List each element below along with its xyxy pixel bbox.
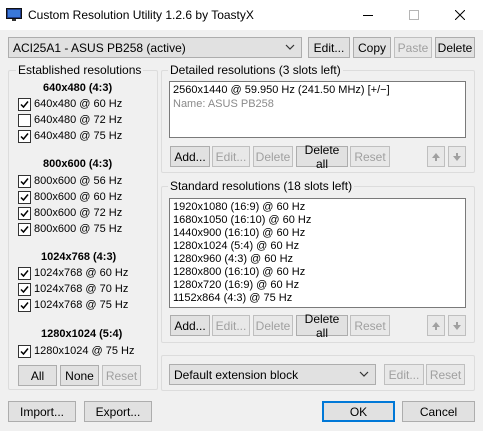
cru-window: Custom Resolution Utility 1.2.6 by Toast… — [0, 0, 483, 431]
edit-monitor-button[interactable]: Edit... — [308, 37, 350, 58]
detailed-move-up-button[interactable] — [427, 146, 445, 167]
detailed-reset-button[interactable]: Reset — [350, 146, 390, 167]
checkbox-label: 800x600 @ 56 Hz — [34, 175, 123, 187]
arrow-down-icon — [453, 321, 461, 330]
chevron-down-icon — [285, 44, 295, 50]
standard-delete-button[interactable]: Delete — [253, 315, 293, 336]
checkbox-icon — [18, 190, 31, 204]
detailed-name-line: Name: ASUS PB258 — [173, 98, 274, 110]
select-none-button[interactable]: None — [60, 365, 99, 386]
checkbox-icon — [18, 344, 31, 358]
detailed-delete-all-button[interactable]: Delete all — [296, 143, 348, 171]
detailed-edit-button[interactable]: Edit... — [212, 146, 250, 167]
res-checkbox-800x600-60[interactable]: 800x600 @ 60 Hz — [18, 189, 122, 205]
res-checkbox-1280x1024-75[interactable]: 1280x1024 @ 75 Hz — [18, 343, 134, 359]
list-item[interactable]: 1280x1024 (5:4) @ 60 Hz — [173, 240, 299, 252]
checkbox-icon — [18, 222, 31, 236]
established-reset-button[interactable]: Reset — [102, 365, 141, 386]
close-icon — [455, 10, 465, 20]
minimize-icon — [363, 15, 373, 16]
standard-add-button[interactable]: Add... — [170, 315, 210, 336]
export-button[interactable]: Export... — [84, 401, 152, 422]
res-group-header: 800x600 (4:3) — [43, 158, 113, 170]
standard-resolutions-title: Standard resolutions (18 slots left) — [168, 179, 355, 193]
checkbox-label: 800x600 @ 75 Hz — [34, 223, 123, 235]
checkbox-label: 1280x1024 @ 75 Hz — [34, 345, 135, 357]
extension-select-value: Default extension block — [174, 367, 299, 382]
res-checkbox-800x600-72[interactable]: 800x600 @ 72 Hz — [18, 205, 122, 221]
select-all-button[interactable]: All — [18, 365, 57, 386]
standard-delete-all-button[interactable]: Delete all — [296, 312, 348, 340]
import-button[interactable]: Import... — [8, 401, 76, 422]
checkbox-icon — [18, 266, 31, 280]
res-checkbox-640x480-72[interactable]: 640x480 @ 72 Hz — [18, 112, 122, 128]
paste-button[interactable]: Paste — [394, 37, 432, 58]
standard-resolutions-list[interactable]: 1920x1080 (16:9) @ 60 Hz 1680x1050 (16:1… — [169, 198, 466, 308]
established-resolutions-title: Established resolutions — [16, 63, 144, 77]
res-checkbox-800x600-56[interactable]: 800x600 @ 56 Hz — [18, 173, 122, 189]
monitor-select[interactable]: ACI25A1 - ASUS PB258 (active) — [8, 37, 302, 58]
maximize-button[interactable] — [391, 0, 437, 30]
checkbox-label: 640x480 @ 75 Hz — [34, 130, 123, 142]
list-item[interactable]: 1280x800 (16:10) @ 60 Hz — [173, 266, 305, 278]
close-button[interactable] — [437, 0, 483, 30]
checkbox-icon — [18, 298, 31, 312]
res-group-header: 1280x1024 (5:4) — [41, 328, 123, 340]
standard-edit-button[interactable]: Edit... — [212, 315, 250, 336]
standard-move-up-button[interactable] — [427, 315, 445, 336]
checkbox-icon — [18, 206, 31, 220]
checkbox-label: 800x600 @ 60 Hz — [34, 191, 123, 203]
checkbox-label: 640x480 @ 72 Hz — [34, 114, 123, 126]
list-item[interactable]: 1680x1050 (16:10) @ 60 Hz — [173, 214, 311, 226]
res-group-header: 640x480 (4:3) — [43, 82, 113, 94]
checkbox-icon — [18, 97, 31, 111]
extension-edit-button[interactable]: Edit... — [384, 364, 424, 385]
list-item[interactable]: 1920x1080 (16:9) @ 60 Hz — [173, 201, 305, 213]
monitor-app-icon — [6, 8, 22, 21]
extension-block-select[interactable]: Default extension block — [169, 364, 376, 385]
detailed-move-down-button[interactable] — [448, 146, 466, 167]
list-item[interactable]: 1152x864 (4:3) @ 75 Hz — [173, 292, 292, 304]
res-group-header: 1024x768 (4:3) — [41, 251, 117, 263]
detailed-add-button[interactable]: Add... — [170, 146, 210, 167]
standard-move-down-button[interactable] — [448, 315, 466, 336]
arrow-down-icon — [453, 152, 461, 161]
window-title: Custom Resolution Utility 1.2.6 by Toast… — [28, 8, 254, 22]
list-item[interactable]: 1280x960 (4:3) @ 60 Hz — [173, 253, 293, 265]
arrow-up-icon — [432, 152, 440, 161]
copy-button[interactable]: Copy — [353, 37, 391, 58]
checkbox-label: 1024x768 @ 70 Hz — [34, 283, 129, 295]
detailed-delete-button[interactable]: Delete — [253, 146, 293, 167]
checkbox-label: 800x600 @ 72 Hz — [34, 207, 123, 219]
extension-reset-button[interactable]: Reset — [426, 364, 465, 385]
ok-button[interactable]: OK — [322, 401, 395, 422]
res-checkbox-800x600-75[interactable]: 800x600 @ 75 Hz — [18, 221, 122, 237]
arrow-up-icon — [432, 321, 440, 330]
cancel-button[interactable]: Cancel — [402, 401, 475, 422]
checkbox-icon — [18, 113, 31, 127]
checkbox-label: 1024x768 @ 60 Hz — [34, 267, 129, 279]
monitor-select-value: ACI25A1 - ASUS PB258 (active) — [13, 40, 186, 55]
res-checkbox-640x480-60[interactable]: 640x480 @ 60 Hz — [18, 96, 122, 112]
checkbox-label: 1024x768 @ 75 Hz — [34, 299, 129, 311]
list-item[interactable]: 1440x900 (16:10) @ 60 Hz — [173, 227, 305, 239]
detailed-resolutions-list[interactable]: 2560x1440 @ 59.950 Hz (241.50 MHz) [+/−]… — [169, 81, 466, 138]
minimize-button[interactable] — [345, 0, 391, 30]
maximize-icon — [409, 10, 419, 20]
title-bar: Custom Resolution Utility 1.2.6 by Toast… — [0, 0, 483, 30]
checkbox-icon — [18, 129, 31, 143]
res-checkbox-1024x768-75[interactable]: 1024x768 @ 75 Hz — [18, 297, 128, 313]
res-checkbox-1024x768-70[interactable]: 1024x768 @ 70 Hz — [18, 281, 128, 297]
chevron-down-icon — [359, 371, 369, 377]
checkbox-label: 640x480 @ 60 Hz — [34, 98, 123, 110]
checkbox-icon — [18, 282, 31, 296]
standard-reset-button[interactable]: Reset — [350, 315, 390, 336]
list-item[interactable]: 1280x720 (16:9) @ 60 Hz — [173, 279, 299, 291]
res-checkbox-640x480-75[interactable]: 640x480 @ 75 Hz — [18, 128, 122, 144]
res-checkbox-1024x768-60[interactable]: 1024x768 @ 60 Hz — [18, 265, 128, 281]
list-item[interactable]: 2560x1440 @ 59.950 Hz (241.50 MHz) [+/−] — [173, 84, 390, 96]
delete-monitor-button[interactable]: Delete — [435, 37, 475, 58]
checkbox-icon — [18, 174, 31, 188]
detailed-resolutions-title: Detailed resolutions (3 slots left) — [168, 63, 343, 77]
